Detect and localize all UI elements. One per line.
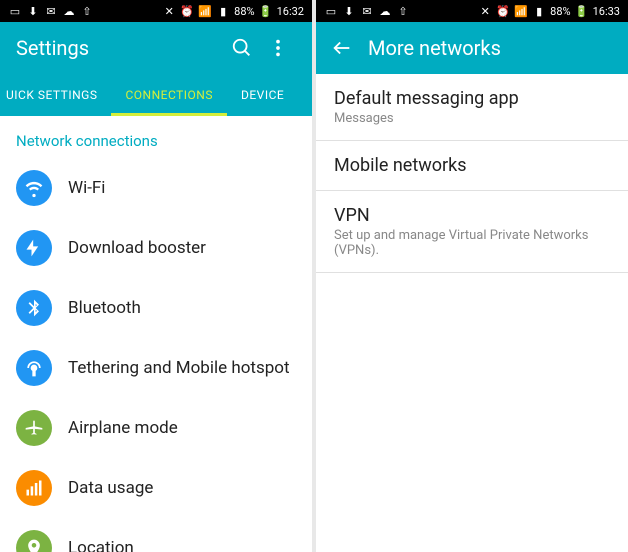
mail-icon: ✉: [360, 4, 374, 18]
more-networks-list[interactable]: Default messaging app Messages Mobile netw…: [316, 74, 628, 552]
vibrate-icon: ✕: [162, 4, 176, 18]
mail-icon: ✉: [44, 4, 58, 18]
cloud-icon: ☁: [62, 4, 76, 18]
statusbar-left: ▭ ⬇ ✉ ☁ ⇧ ✕ ⏰ 📶 ▮ 88% 🔋 16:32: [0, 0, 312, 22]
overflow-menu-button[interactable]: [260, 30, 296, 66]
battery-icon: 🔋: [259, 4, 273, 18]
more-vert-icon: [267, 37, 289, 59]
phone-more-networks: ▭ ⬇ ✉ ☁ ⇧ ✕ ⏰ 📶 ▮ 88% 🔋 16:33 More netwo…: [316, 0, 628, 552]
wifi-icon: [16, 170, 52, 206]
window-icon: ▭: [8, 4, 22, 18]
tab-uick-settings[interactable]: UICK SETTINGS: [0, 74, 111, 116]
tab-device[interactable]: DEVICE: [227, 74, 298, 116]
bluetooth-icon: [16, 290, 52, 326]
alarm-icon: ⏰: [180, 4, 194, 18]
header-more-networks: More networks: [316, 22, 628, 74]
battery-percent: 88%: [234, 5, 254, 18]
download-icon: ⬇: [342, 4, 356, 18]
settings-item-tethering-and-mobile-hotspot[interactable]: Tethering and Mobile hotspot: [0, 338, 312, 398]
settings-tabs: UICK SETTINGS CONNECTIONS DEVICE: [0, 74, 312, 116]
upload-icon: ⇧: [396, 4, 410, 18]
airplane-icon: [16, 410, 52, 446]
item-label: Location: [68, 538, 134, 552]
signal-icon: ▮: [216, 4, 230, 18]
item-label: Download booster: [68, 238, 206, 258]
item-label: Wi-Fi: [68, 178, 105, 198]
tab-label: CONNECTIONS: [125, 88, 213, 102]
search-icon: [231, 37, 253, 59]
network-item-vpn[interactable]: VPNSet up and manage Virtual Private Net…: [316, 191, 628, 273]
download-icon: ⬇: [26, 4, 40, 18]
battery-percent: 88%: [550, 5, 570, 18]
item-label: Data usage: [68, 478, 153, 498]
tether-icon: [16, 350, 52, 386]
page-title: Settings: [16, 36, 224, 60]
phone-settings: ▭ ⬇ ✉ ☁ ⇧ ✕ ⏰ 📶 ▮ 88% 🔋 16:32 Settings: [0, 0, 312, 552]
wifi-signal-icon: 📶: [514, 4, 528, 18]
item-subtitle: Messages: [334, 111, 610, 126]
bolt-icon: [16, 230, 52, 266]
settings-item-wi-fi[interactable]: Wi-Fi: [0, 158, 312, 218]
battery-icon: 🔋: [575, 4, 589, 18]
alarm-icon: ⏰: [496, 4, 510, 18]
signal-icon: ▮: [532, 4, 546, 18]
page-title: More networks: [368, 36, 612, 60]
location-icon: [16, 530, 52, 552]
item-label: Tethering and Mobile hotspot: [68, 358, 290, 378]
back-button[interactable]: [324, 30, 360, 66]
item-title: VPN: [334, 205, 610, 226]
tab-label: UICK SETTINGS: [6, 88, 97, 102]
network-item-mobile-networks[interactable]: Mobile networks: [316, 141, 628, 191]
settings-item-bluetooth[interactable]: Bluetooth: [0, 278, 312, 338]
arrow-back-icon: [331, 37, 353, 59]
settings-item-location[interactable]: Location: [0, 518, 312, 552]
statusbar-right: ▭ ⬇ ✉ ☁ ⇧ ✕ ⏰ 📶 ▮ 88% 🔋 16:33: [316, 0, 628, 22]
window-icon: ▭: [324, 4, 338, 18]
item-title: Default messaging app: [334, 88, 610, 109]
wifi-signal-icon: 📶: [198, 4, 212, 18]
section-header-network: Network connections: [0, 116, 312, 158]
header-settings: Settings: [0, 22, 312, 74]
settings-item-download-booster[interactable]: Download booster: [0, 218, 312, 278]
item-title: Mobile networks: [334, 155, 610, 176]
settings-item-data-usage[interactable]: Data usage: [0, 458, 312, 518]
tab-connections[interactable]: CONNECTIONS: [111, 74, 227, 116]
vibrate-icon: ✕: [478, 4, 492, 18]
search-button[interactable]: [224, 30, 260, 66]
tab-label: DEVICE: [241, 88, 284, 102]
item-label: Airplane mode: [68, 418, 178, 438]
item-subtitle: Set up and manage Virtual Private Networ…: [334, 228, 610, 258]
settings-item-airplane-mode[interactable]: Airplane mode: [0, 398, 312, 458]
connections-list[interactable]: Network connections Wi-Fi Download booste…: [0, 116, 312, 552]
upload-icon: ⇧: [80, 4, 94, 18]
network-item-default-messaging-app[interactable]: Default messaging app Messages: [316, 74, 628, 141]
datausage-icon: [16, 470, 52, 506]
cloud-icon: ☁: [378, 4, 392, 18]
clock: 16:32: [277, 5, 304, 18]
clock: 16:33: [593, 5, 620, 18]
item-label: Bluetooth: [68, 298, 141, 318]
